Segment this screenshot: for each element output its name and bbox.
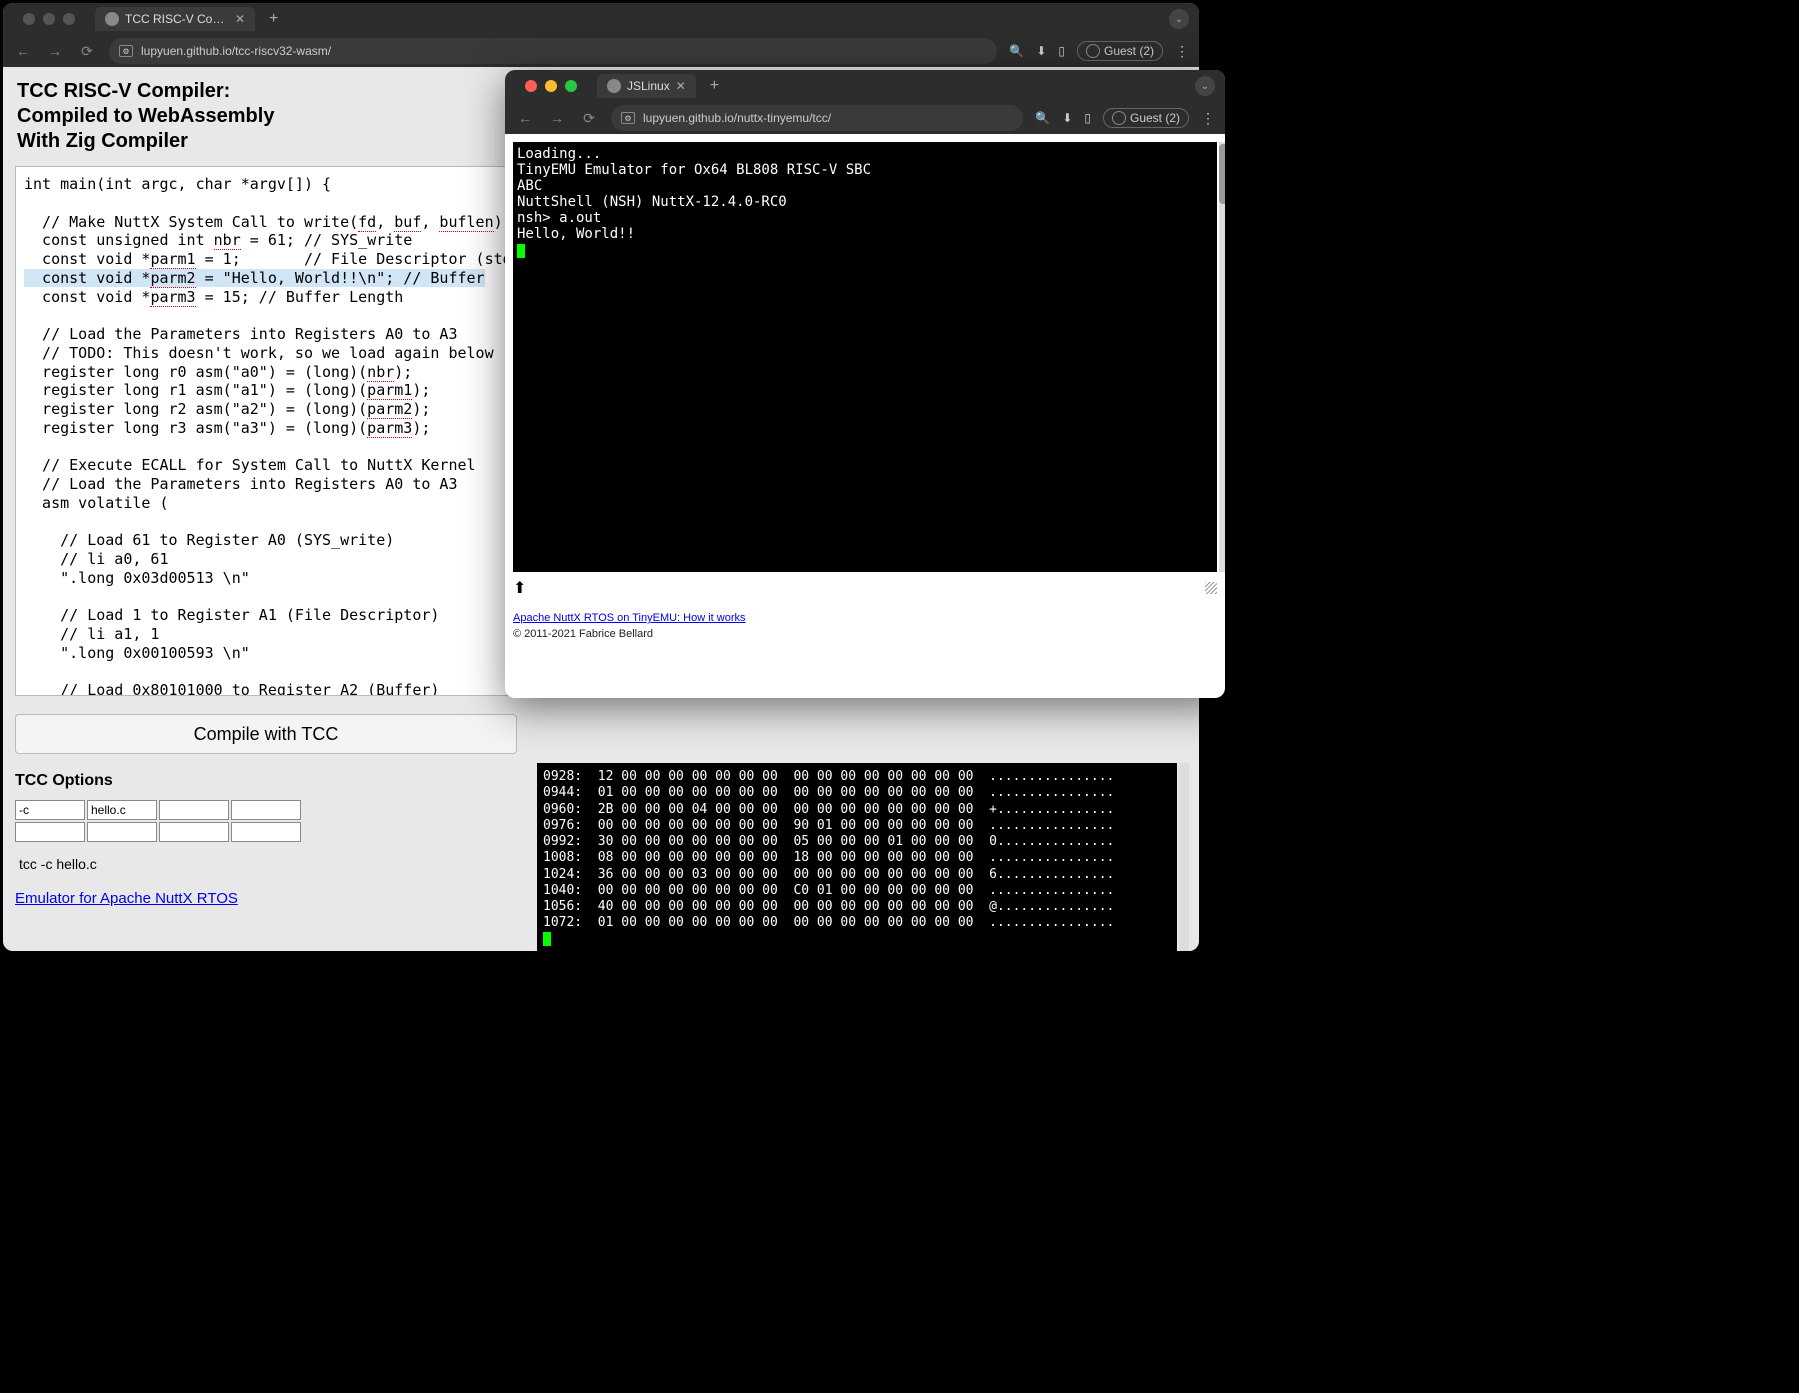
resize-grip[interactable]: [1205, 582, 1217, 594]
favicon-icon: [105, 12, 119, 26]
browser-tab[interactable]: JSLinux ✕: [597, 74, 696, 98]
hexdump-scrollbar[interactable]: [1179, 763, 1189, 951]
chrome-menu-button[interactable]: ⋮: [1175, 43, 1189, 60]
chrome-right-icons: 🔍 ⬇ ▯ Guest (2) ⋮: [1035, 108, 1215, 128]
page-body: Loading... TinyEMU Emulator for Ox64 BL8…: [505, 134, 1225, 698]
url-bar: ← → ⟳ ⚙ lupyuen.github.io/nuttx-tinyemu/…: [505, 102, 1225, 134]
forward-button[interactable]: →: [45, 43, 65, 59]
upload-icon[interactable]: ⬆: [513, 578, 526, 598]
maximize-window-button[interactable]: [565, 80, 577, 92]
new-tab-button[interactable]: +: [704, 77, 725, 95]
window-controls: [515, 80, 587, 92]
browser-chrome: JSLinux ✕ + ⌄ ← → ⟳ ⚙ lupyuen.github.io/…: [505, 70, 1225, 134]
emulator-link[interactable]: Emulator for Apache NuttX RTOS: [15, 890, 238, 907]
back-button[interactable]: ←: [515, 110, 535, 126]
maximize-window-button[interactable]: [63, 13, 75, 25]
zoom-icon[interactable]: 🔍: [1035, 111, 1050, 125]
browser-tab[interactable]: TCC RISC-V Compiler: Compi… ✕: [95, 7, 255, 31]
window-controls: [13, 13, 85, 25]
cursor: [517, 244, 525, 258]
sidepanel-icon[interactable]: ▯: [1058, 44, 1065, 58]
chrome-menu-button[interactable]: ⋮: [1201, 110, 1215, 127]
option-input[interactable]: [159, 800, 229, 820]
reference-link[interactable]: Apache NuttX RTOS on TinyEMU: How it wor…: [513, 612, 1217, 624]
url-text: lupyuen.github.io/tcc-riscv32-wasm/: [141, 44, 987, 58]
profile-badge[interactable]: Guest (2): [1077, 41, 1163, 61]
downloads-icon[interactable]: ⬇: [1036, 44, 1046, 58]
minimize-window-button[interactable]: [545, 80, 557, 92]
terminal-scrollbar[interactable]: [1219, 142, 1225, 572]
profile-label: Guest (2): [1130, 111, 1180, 125]
copyright-text: © 2011-2021 Fabrice Bellard: [513, 628, 1217, 640]
scroll-handle[interactable]: [1219, 144, 1225, 204]
tab-title: TCC RISC-V Compiler: Compi…: [125, 12, 229, 26]
reload-button[interactable]: ⟳: [77, 43, 97, 60]
option-input[interactable]: [15, 822, 85, 842]
sidepanel-icon[interactable]: ▯: [1084, 111, 1091, 125]
close-tab-icon[interactable]: ✕: [235, 12, 245, 26]
close-window-button[interactable]: [23, 13, 35, 25]
zoom-icon[interactable]: 🔍: [1009, 44, 1024, 58]
terminal[interactable]: Loading... TinyEMU Emulator for Ox64 BL8…: [513, 142, 1217, 572]
downloads-icon[interactable]: ⬇: [1062, 111, 1072, 125]
close-tab-icon[interactable]: ✕: [676, 79, 686, 93]
option-input[interactable]: [87, 822, 157, 842]
site-settings-icon[interactable]: ⚙: [621, 112, 635, 124]
upload-row: ⬆: [513, 578, 1217, 598]
back-button[interactable]: ←: [13, 43, 33, 59]
option-input[interactable]: [159, 822, 229, 842]
tabs-dropdown-button[interactable]: ⌄: [1169, 9, 1189, 29]
address-bar[interactable]: ⚙ lupyuen.github.io/tcc-riscv32-wasm/: [109, 38, 997, 64]
close-window-button[interactable]: [525, 80, 537, 92]
option-input[interactable]: [15, 800, 85, 820]
forward-button[interactable]: →: [547, 110, 567, 126]
browser-chrome: TCC RISC-V Compiler: Compi… ✕ + ⌄ ← → ⟳ …: [3, 3, 1199, 67]
option-input[interactable]: [87, 800, 157, 820]
cursor: [543, 932, 551, 946]
site-settings-icon[interactable]: ⚙: [119, 45, 133, 57]
favicon-icon: [607, 79, 621, 93]
profile-avatar-icon: [1086, 44, 1100, 58]
hexdump-output: 0928: 12 00 00 00 00 00 00 00 00 00 00 0…: [537, 763, 1177, 951]
profile-badge[interactable]: Guest (2): [1103, 108, 1189, 128]
tab-bar: TCC RISC-V Compiler: Compi… ✕ + ⌄: [3, 3, 1199, 35]
foreground-browser-window: JSLinux ✕ + ⌄ ← → ⟳ ⚙ lupyuen.github.io/…: [505, 70, 1225, 698]
option-input[interactable]: [231, 822, 301, 842]
tabs-dropdown-button[interactable]: ⌄: [1195, 76, 1215, 96]
profile-label: Guest (2): [1104, 44, 1154, 58]
new-tab-button[interactable]: +: [263, 10, 284, 28]
address-bar[interactable]: ⚙ lupyuen.github.io/nuttx-tinyemu/tcc/: [611, 105, 1023, 131]
compile-button-label: Compile with TCC: [194, 724, 339, 745]
reload-button[interactable]: ⟳: [579, 110, 599, 127]
url-text: lupyuen.github.io/nuttx-tinyemu/tcc/: [643, 111, 1013, 125]
compile-button[interactable]: Compile with TCC: [15, 714, 517, 754]
profile-avatar-icon: [1112, 111, 1126, 125]
url-bar: ← → ⟳ ⚙ lupyuen.github.io/tcc-riscv32-wa…: [3, 35, 1199, 67]
chrome-right-icons: 🔍 ⬇ ▯ Guest (2) ⋮: [1009, 41, 1189, 61]
minimize-window-button[interactable]: [43, 13, 55, 25]
tab-title: JSLinux: [627, 79, 670, 93]
tab-bar: JSLinux ✕ + ⌄: [505, 70, 1225, 102]
option-input[interactable]: [231, 800, 301, 820]
